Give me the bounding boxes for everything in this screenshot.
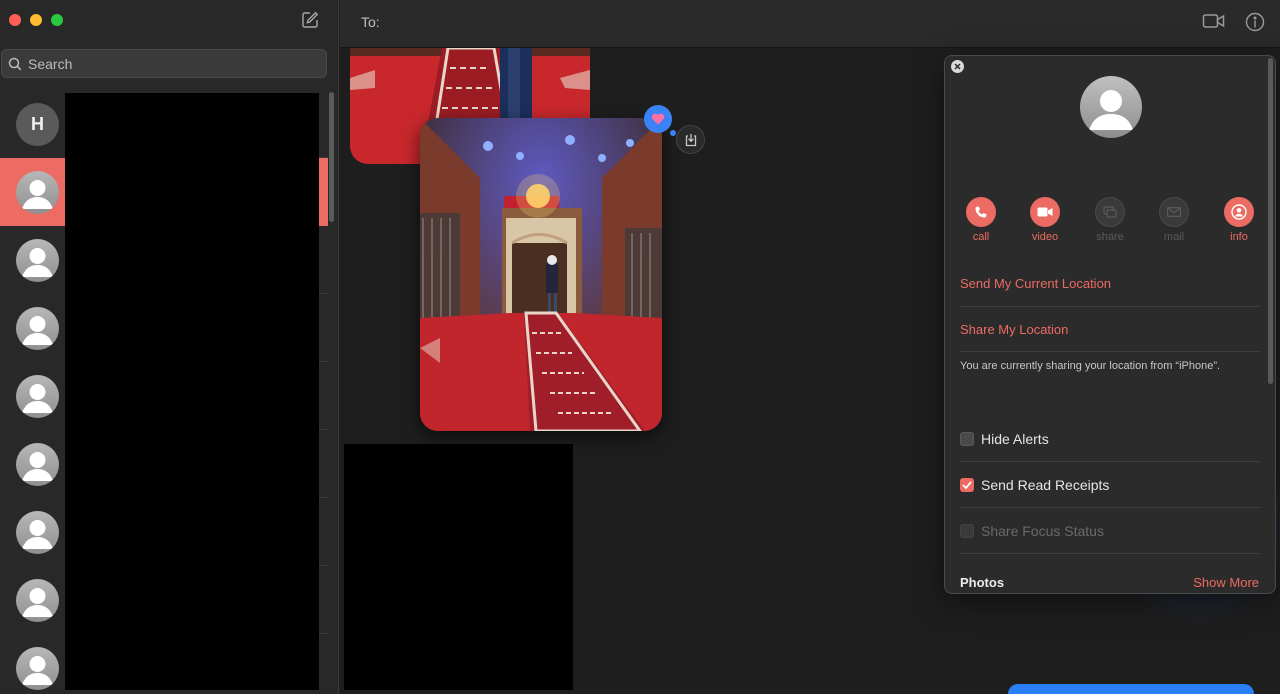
reaction-tail [670,130,676,136]
checkmark-icon [962,481,972,489]
send-read-receipts-option[interactable]: Send Read Receipts [960,477,1109,493]
message-bubble-partial [1008,684,1254,694]
avatar [16,647,59,690]
contact-actions: call video share mail info [945,197,1275,247]
hide-alerts-checkbox[interactable] [960,432,974,446]
person-icon [1224,197,1254,227]
minimize-window-button[interactable] [30,14,42,26]
send-read-receipts-checkbox[interactable] [960,478,974,492]
video-icon [1030,197,1060,227]
avatar [16,307,59,350]
close-icon [954,63,961,70]
heart-reaction-badge[interactable] [644,105,672,133]
video-label: video [1031,231,1059,243]
compose-icon[interactable] [301,11,319,29]
location-sharing-note: You are currently sharing your location … [960,360,1221,372]
avatar [16,443,59,486]
screen-share-icon [1095,197,1125,227]
conversation-details-popover: call video share mail info Send My Curre… [944,55,1276,594]
heart-icon [651,113,665,125]
close-details-button[interactable] [951,60,964,73]
info-action[interactable]: info [1209,197,1269,243]
redacted-message [344,444,573,690]
call-label: call [972,231,990,243]
to-label: To: [361,14,380,30]
window-controls [9,14,63,26]
zoom-window-button[interactable] [51,14,63,26]
divider [960,461,1260,462]
share-focus-status-option: Share Focus Status [960,523,1104,539]
conversation-header: To: [340,0,1280,48]
conversation-list: H [0,90,328,694]
share-focus-status-label: Share Focus Status [981,523,1104,539]
avatar: H [16,103,59,146]
photos-section-title: Photos [960,575,1005,590]
divider [960,306,1260,307]
send-current-location-link[interactable]: Send My Current Location [960,276,1111,291]
close-window-button[interactable] [9,14,21,26]
hide-alerts-option[interactable]: Hide Alerts [960,431,1049,447]
share-focus-status-checkbox [960,524,974,538]
video-action[interactable]: video [1015,197,1075,243]
sidebar: H [0,0,339,694]
share-location-link[interactable]: Share My Location [960,322,1068,337]
info-label: info [1230,231,1248,243]
divider [960,507,1260,508]
messages-window: H [0,0,1280,694]
search-field[interactable] [1,49,327,78]
avatar-initial: H [31,114,44,134]
mail-action: mail [1144,197,1204,243]
redacted-conversation-previews [65,93,319,690]
facetime-video-icon[interactable] [1202,11,1226,31]
avatar [16,511,59,554]
search-icon [8,57,22,70]
photo-message[interactable] [420,118,662,431]
share-action: share [1080,197,1140,243]
search-input[interactable] [28,55,308,72]
divider [960,351,1260,352]
send-read-receipts-label: Send Read Receipts [981,477,1110,493]
avatar [16,239,59,282]
mail-label: mail [1163,231,1185,243]
phone-icon [966,197,996,227]
avatar [16,579,59,622]
save-to-downloads-icon[interactable] [676,125,705,154]
share-label: share [1096,231,1124,243]
contact-avatar [1080,76,1142,138]
info-circle-icon[interactable] [1244,11,1266,33]
hide-alerts-label: Hide Alerts [981,431,1049,447]
mail-icon [1159,197,1189,227]
conversation-list-scrollbar[interactable] [329,92,334,222]
divider [960,553,1260,554]
show-more-photos-link[interactable]: Show More [1193,575,1259,590]
avatar [16,375,59,418]
call-action[interactable]: call [951,197,1011,243]
avatar [16,171,59,214]
